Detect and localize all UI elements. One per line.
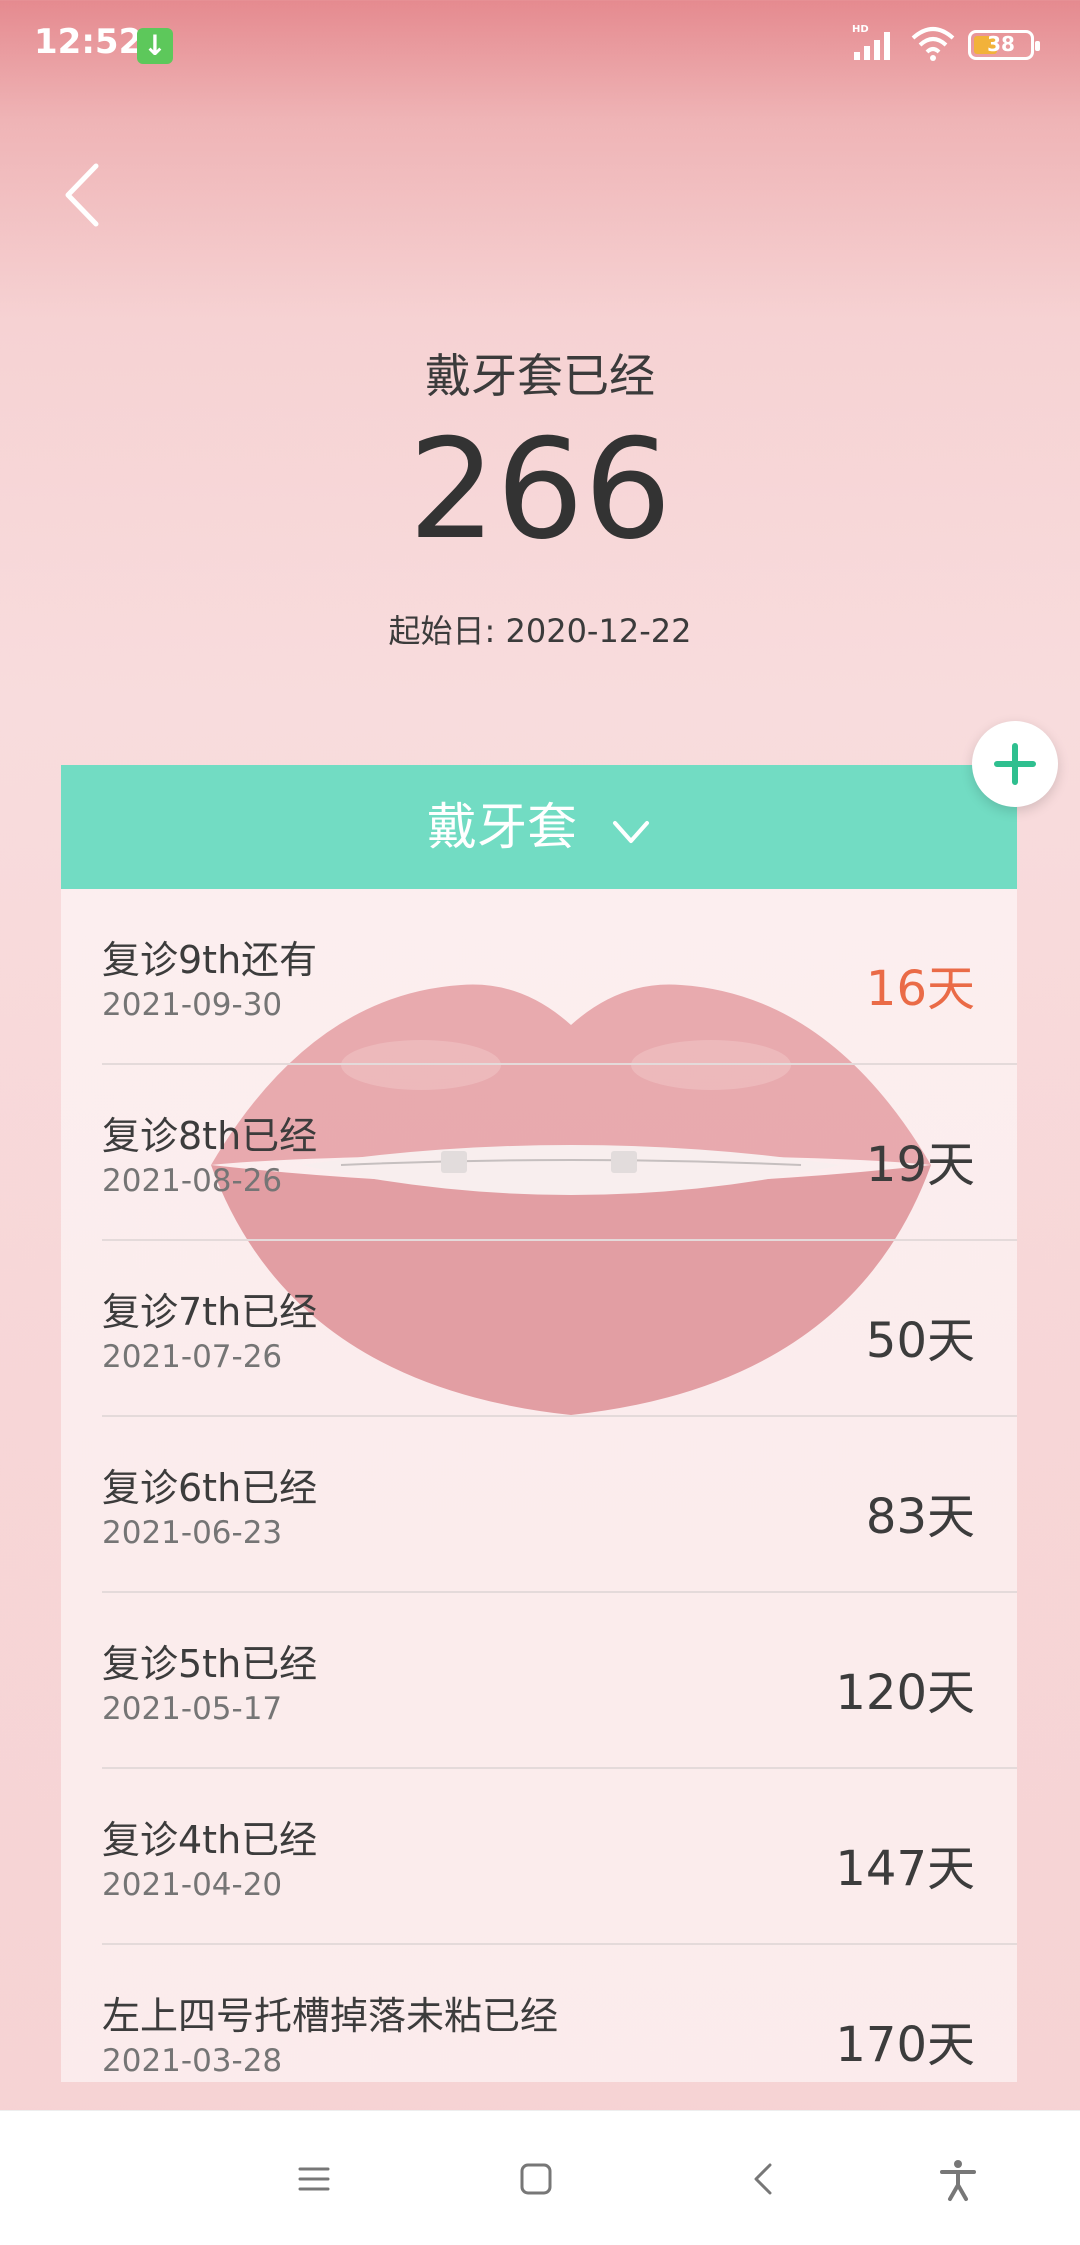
list-item[interactable]: 复诊7th已经 2021-07-26 50天 (102, 1241, 1017, 1417)
item-days: 16天 (865, 961, 975, 1017)
accessibility-icon[interactable] (934, 2155, 982, 2203)
status-bar: 12:52 ↓ HD 38 (0, 0, 1080, 90)
category-selector[interactable]: 戴牙套 (61, 765, 1017, 889)
list-item[interactable]: 复诊4th已经 2021-04-20 147天 (102, 1769, 1017, 1945)
start-date: 起始日: 2020-12-22 (388, 612, 692, 650)
item-date: 2021-08-26 (102, 1163, 283, 1199)
item-date: 2021-06-23 (102, 1515, 283, 1551)
item-name: 复诊7th已经 (102, 1290, 318, 1334)
list-item[interactable]: 左上四号托槽掉落未粘已经 2021-03-28 170天 (102, 1945, 1017, 2082)
home-icon[interactable] (512, 2155, 560, 2203)
nav-back-icon[interactable] (740, 2155, 788, 2203)
svg-text:HD: HD (852, 24, 869, 35)
page-title: 戴牙套已经 (425, 349, 655, 403)
item-days: 83天 (865, 1489, 975, 1545)
item-days: 120天 (835, 1665, 975, 1721)
battery-level: 38 (987, 32, 1015, 56)
list-item[interactable]: 复诊6th已经 2021-06-23 83天 (102, 1417, 1017, 1593)
item-date: 2021-09-30 (102, 987, 283, 1023)
list-item[interactable]: 复诊8th已经 2021-08-26 19天 (102, 1065, 1017, 1241)
category-label: 戴牙套 (427, 798, 578, 856)
item-days: 19天 (865, 1137, 975, 1193)
item-days: 50天 (865, 1313, 975, 1369)
item-days: 147天 (835, 1841, 975, 1897)
wifi-icon (911, 27, 955, 61)
battery-icon: 38 (968, 30, 1040, 60)
list-item[interactable]: 复诊9th还有 2021-09-30 16天 (102, 889, 1017, 1065)
menu-icon[interactable] (290, 2155, 338, 2203)
item-name: 复诊5th已经 (102, 1642, 318, 1686)
item-date: 2021-05-17 (102, 1691, 283, 1727)
item-date: 2021-07-26 (102, 1339, 283, 1375)
download-icon: ↓ (137, 28, 173, 64)
chevron-down-icon (612, 820, 649, 843)
events-card: 戴牙套 复诊9th还有 2021-09-30 16天 复诊8th已经 2021-… (61, 765, 1017, 2082)
list-item[interactable]: 复诊5th已经 2021-05-17 120天 (102, 1593, 1017, 1769)
item-name: 左上四号托槽掉落未粘已经 (102, 1994, 559, 2038)
item-days: 170天 (835, 2017, 975, 2073)
add-button[interactable] (972, 721, 1058, 807)
item-date: 2021-04-20 (102, 1867, 283, 1903)
plus-icon (994, 743, 1036, 785)
day-count: 266 (408, 409, 672, 570)
item-name: 复诊6th已经 (102, 1466, 318, 1510)
item-name: 复诊4th已经 (102, 1818, 318, 1862)
back-icon[interactable] (58, 160, 106, 230)
system-nav-bar (0, 2110, 1080, 2245)
item-name: 复诊9th还有 (102, 938, 318, 982)
item-date: 2021-03-28 (102, 2043, 283, 2079)
signal-icon: HD (852, 24, 890, 60)
item-name: 复诊8th已经 (102, 1114, 318, 1158)
status-time: 12:52 (34, 22, 143, 62)
